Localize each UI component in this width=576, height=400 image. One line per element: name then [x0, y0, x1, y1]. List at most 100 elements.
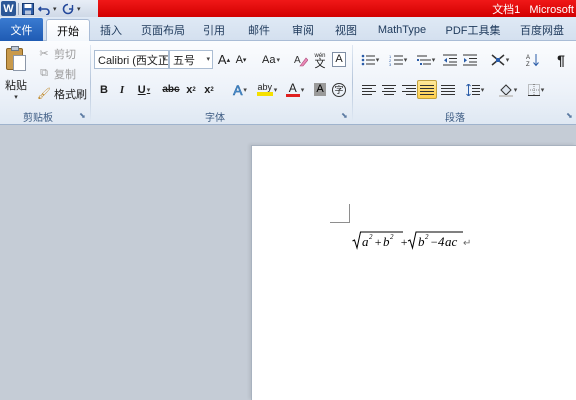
equation[interactable]: a 2 + b 2 + b 2 − 4 ac: [352, 228, 464, 254]
paste-dropdown-icon[interactable]: ▾: [14, 93, 18, 101]
chinese-layout-icon: [491, 53, 505, 66]
numbering-icon: 123: [389, 54, 403, 66]
text-effects-icon: A: [233, 81, 243, 98]
format-painter-label: 格式刷: [54, 88, 87, 101]
underline-button[interactable]: U: [133, 80, 155, 99]
tab-references[interactable]: 引用: [196, 19, 232, 41]
text-effects-button[interactable]: A: [229, 80, 251, 99]
change-case-button[interactable]: Aa: [258, 50, 284, 69]
tab-insert[interactable]: 插入: [92, 19, 130, 41]
copy-button[interactable]: ⧉ 复制: [37, 65, 76, 82]
grow-font-button[interactable]: A ▴: [216, 50, 232, 69]
undo-icon[interactable]: [37, 2, 51, 16]
chinese-layout-button[interactable]: [488, 50, 512, 69]
subscript-button[interactable]: x2: [184, 80, 198, 99]
bold-button[interactable]: B: [97, 80, 111, 99]
save-icon[interactable]: [21, 2, 35, 16]
title-bar: W ▾ ▾ 文档1 Microsoft: [0, 0, 576, 17]
align-center-button[interactable]: [379, 80, 399, 99]
increase-indent-icon: [463, 54, 477, 65]
svg-text:−: −: [430, 235, 438, 249]
multilevel-list-button[interactable]: [414, 50, 438, 69]
tab-review[interactable]: 审阅: [285, 19, 321, 41]
paste-button[interactable]: 粘贴 ▾: [3, 44, 29, 106]
enclose-characters-button[interactable]: 字: [331, 80, 347, 99]
customize-qat-icon[interactable]: ▾: [77, 5, 83, 13]
tab-baidu-netdisk[interactable]: 百度网盘: [512, 19, 572, 41]
tab-pdf-tools[interactable]: PDF工具集: [442, 19, 504, 41]
italic-button[interactable]: I: [115, 80, 129, 99]
shrink-font-button[interactable]: A ▾: [233, 50, 249, 69]
group-separator: [352, 45, 353, 121]
tab-file[interactable]: 文件: [0, 18, 43, 41]
italic-icon: I: [119, 83, 125, 96]
font-group-label: 字体: [205, 113, 225, 124]
format-painter-icon: 🖌: [37, 88, 51, 100]
clipboard-launcher-icon[interactable]: ⬊: [79, 111, 86, 120]
svg-text:4: 4: [438, 234, 445, 249]
font-color-icon: A: [285, 82, 300, 97]
shading-button[interactable]: [496, 80, 520, 99]
svg-text:A: A: [526, 55, 530, 61]
bullets-button[interactable]: [358, 50, 382, 69]
paragraph-launcher-icon[interactable]: ⬊: [566, 111, 573, 120]
character-shading-button[interactable]: A: [313, 80, 327, 99]
enclose-characters-icon: 字: [332, 82, 346, 97]
distributed-button[interactable]: [438, 80, 458, 99]
tab-mailings[interactable]: 邮件: [241, 19, 277, 41]
font-launcher-icon[interactable]: ⬊: [341, 111, 348, 120]
increase-indent-button[interactable]: [462, 50, 478, 69]
font-name-combo[interactable]: Calibri (西文正 ▾: [94, 50, 169, 69]
svg-text:2: 2: [425, 233, 429, 241]
phonetic-guide-icon: wén 文: [314, 52, 326, 70]
group-separator: [90, 45, 91, 121]
font-color-button[interactable]: A: [283, 80, 307, 99]
show-hide-marks-button[interactable]: ¶: [552, 50, 570, 69]
highlight-button[interactable]: aby: [254, 80, 280, 99]
svg-text:Z: Z: [526, 62, 530, 67]
cut-label: 剪切: [54, 48, 76, 61]
svg-text:3: 3: [389, 62, 392, 66]
app-name: Microsoft: [529, 4, 574, 16]
paste-icon: [5, 46, 27, 73]
word-logo-icon[interactable]: W: [1, 1, 16, 16]
strikethrough-icon: abc: [162, 84, 180, 95]
line-spacing-button[interactable]: [462, 80, 488, 99]
sort-button[interactable]: AZ: [524, 50, 542, 69]
character-border-icon: A: [332, 52, 346, 67]
bold-icon: B: [100, 83, 108, 96]
margin-crop-mark: [330, 204, 350, 223]
clear-formatting-button[interactable]: A: [293, 50, 309, 69]
paste-label: 粘贴: [5, 80, 27, 92]
ribbon-tab-row: 文件 开始 插入 页面布局 引用 邮件 审阅 视图 MathType PDF工具…: [0, 17, 576, 41]
phonetic-guide-button[interactable]: wén 文: [311, 50, 329, 70]
borders-icon: [527, 83, 540, 96]
cut-button[interactable]: ✂ 剪切: [37, 45, 76, 62]
svg-text:a: a: [362, 234, 369, 249]
justify-button[interactable]: [417, 80, 437, 99]
superscript-button[interactable]: x2: [202, 80, 216, 99]
tab-home[interactable]: 开始: [46, 19, 90, 41]
align-right-button[interactable]: [399, 80, 419, 99]
shrink-font-icon: A: [235, 53, 243, 66]
undo-dropdown-icon[interactable]: ▾: [53, 5, 59, 13]
tab-page-layout[interactable]: 页面布局: [135, 19, 191, 41]
format-painter-button[interactable]: 🖌 格式刷: [37, 85, 87, 102]
numbering-button[interactable]: 123: [386, 50, 410, 69]
bullets-icon: [361, 54, 375, 65]
window-title: 文档1 Microsoft: [486, 1, 576, 17]
decrease-indent-button[interactable]: [442, 50, 458, 69]
svg-text:2: 2: [369, 233, 373, 241]
chevron-down-icon: ▾: [162, 56, 166, 63]
strikethrough-button[interactable]: abc: [161, 80, 181, 99]
character-border-button[interactable]: A: [331, 50, 347, 69]
font-size-value: 五号: [173, 54, 195, 67]
align-left-button[interactable]: [359, 80, 379, 99]
document-page[interactable]: [251, 145, 576, 400]
redo-icon[interactable]: [61, 2, 75, 16]
borders-button[interactable]: [524, 80, 548, 99]
tab-view[interactable]: 视图: [328, 19, 364, 41]
font-size-combo[interactable]: 五号 ▾: [169, 50, 213, 69]
tab-mathtype[interactable]: MathType: [372, 19, 432, 41]
paragraph-group-label: 段落: [445, 113, 465, 124]
